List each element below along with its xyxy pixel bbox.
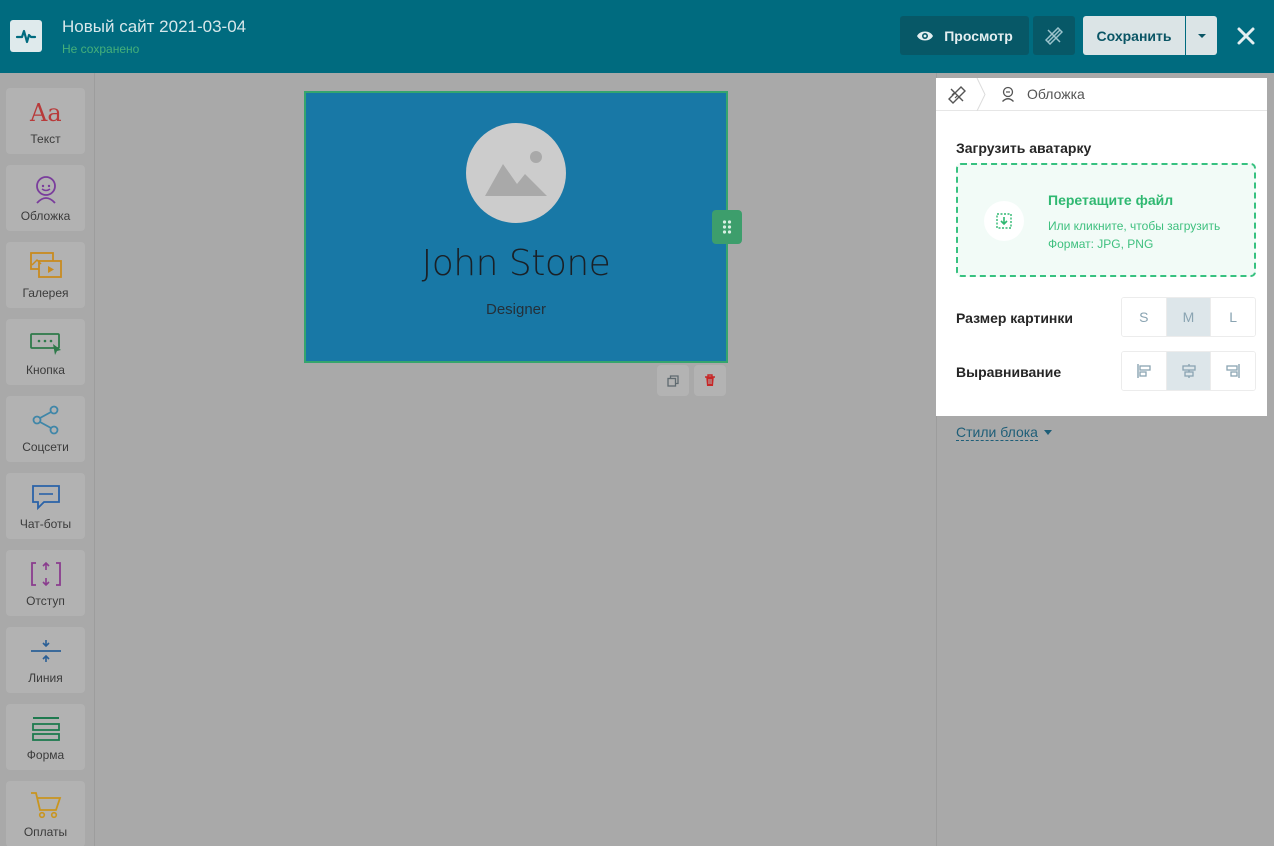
panel-breadcrumb: Обложка [936, 78, 1267, 111]
tool-label: Кнопка [26, 363, 65, 377]
block-settings-panel: Обложка Загрузить аватарку Перетащите фа… [936, 78, 1267, 416]
cover-name[interactable]: John Stone [306, 243, 726, 284]
tool-label: Чат-боты [19, 517, 72, 531]
breadcrumb-current: Обложка [1027, 86, 1085, 102]
tool-chatbots[interactable]: Чат-боты [6, 473, 85, 539]
chat-bubble-icon [28, 481, 64, 513]
caret-down-icon [1043, 430, 1052, 435]
share-icon [28, 404, 64, 436]
tool-payments[interactable]: Оплаты [6, 781, 85, 846]
tool-label: Линия [28, 671, 63, 685]
grip-dots-icon [722, 220, 732, 234]
preview-label: Просмотр [944, 27, 1013, 44]
image-size-label: Размер картинки [956, 310, 1073, 326]
tool-spacing[interactable]: Отступ [6, 550, 85, 616]
design-tools-icon[interactable] [946, 84, 968, 106]
tool-social[interactable]: Соцсети [6, 396, 85, 462]
dropzone-title: Перетащите файл [1048, 192, 1174, 208]
avatar-placeholder[interactable] [466, 123, 566, 223]
alignment-label: Выравнивание [956, 364, 1062, 380]
button-cursor-icon [28, 327, 64, 359]
svg-text:Aa: Aa [29, 99, 62, 125]
upload-avatar-title: Загрузить аватарку [956, 140, 1092, 156]
close-button[interactable] [1232, 22, 1260, 50]
dropzone-format: Формат: JPG, PNG [1048, 237, 1154, 251]
tool-form[interactable]: Форма [6, 704, 85, 770]
tool-line[interactable]: Линия [6, 627, 85, 693]
tool-label: Форма [26, 748, 65, 762]
align-left-button[interactable] [1122, 352, 1167, 390]
form-icon [28, 712, 64, 744]
align-center-button[interactable] [1166, 352, 1212, 390]
align-center-icon [1181, 364, 1196, 378]
ruler-pencil-icon [1045, 26, 1063, 45]
align-right-button[interactable] [1211, 352, 1255, 390]
spacing-icon [28, 558, 64, 590]
align-left-icon [1137, 364, 1151, 378]
block-drag-handle[interactable] [712, 210, 742, 244]
alignment-selector [1121, 351, 1256, 391]
cart-icon [28, 789, 64, 821]
close-icon [1237, 27, 1255, 45]
image-size-selector: S M L [1121, 297, 1256, 337]
cover-block[interactable]: John Stone Designer [304, 91, 728, 363]
tool-label: Соцсети [22, 440, 69, 454]
cover-role[interactable]: Designer [306, 301, 726, 318]
tool-text[interactable]: Aa Текст [6, 88, 85, 154]
delete-block-button[interactable] [694, 365, 726, 396]
save-button[interactable]: Сохранить [1083, 16, 1185, 55]
tool-label: Обложка [20, 209, 71, 223]
tool-label: Галерея [22, 286, 69, 300]
save-options-dropdown[interactable] [1186, 16, 1217, 55]
trash-icon [705, 374, 715, 386]
tool-label: Текст [30, 132, 61, 146]
copy-icon [667, 374, 679, 387]
dropzone-subtitle: Или кликните, чтобы загрузить [1048, 219, 1221, 233]
preview-button[interactable]: Просмотр [900, 16, 1029, 55]
save-status: Не сохранено [62, 42, 140, 56]
blocks-toolbar: Aa Текст Обложка Галерея Кнопка Соцсети … [0, 73, 95, 846]
tool-label: Отступ [26, 594, 65, 608]
file-dropzone[interactable]: Перетащите файл Или кликните, чтобы загр… [956, 163, 1256, 277]
divider-line-icon [28, 635, 64, 667]
tool-cover[interactable]: Обложка [6, 165, 85, 231]
align-right-icon [1226, 364, 1240, 378]
design-tools-button[interactable] [1033, 16, 1075, 55]
caret-down-icon [1197, 33, 1206, 38]
size-option-s[interactable]: S [1122, 298, 1167, 336]
tool-label: Оплаты [23, 825, 68, 839]
breadcrumb-separator [976, 78, 986, 111]
block-styles-toggle[interactable]: Стили блока [956, 424, 1052, 441]
upload-file-icon [984, 201, 1024, 241]
duplicate-block-button[interactable] [657, 365, 689, 396]
size-option-m[interactable]: M [1166, 298, 1212, 336]
text-aa-icon: Aa [28, 96, 64, 128]
top-bar: Новый сайт 2021-03-04 Не сохранено Просм… [0, 0, 1274, 73]
image-placeholder-icon [485, 151, 547, 196]
avatar-face-icon [1002, 86, 1014, 102]
size-option-l[interactable]: L [1211, 298, 1255, 336]
block-styles-label: Стили блока [956, 424, 1038, 441]
eye-icon [917, 31, 934, 40]
logo-pulse-icon[interactable] [10, 20, 42, 52]
tool-gallery[interactable]: Галерея [6, 242, 85, 308]
tool-button[interactable]: Кнопка [6, 319, 85, 385]
site-title: Новый сайт 2021-03-04 [62, 17, 247, 36]
gallery-icon [28, 250, 64, 282]
avatar-face-icon [28, 173, 64, 205]
